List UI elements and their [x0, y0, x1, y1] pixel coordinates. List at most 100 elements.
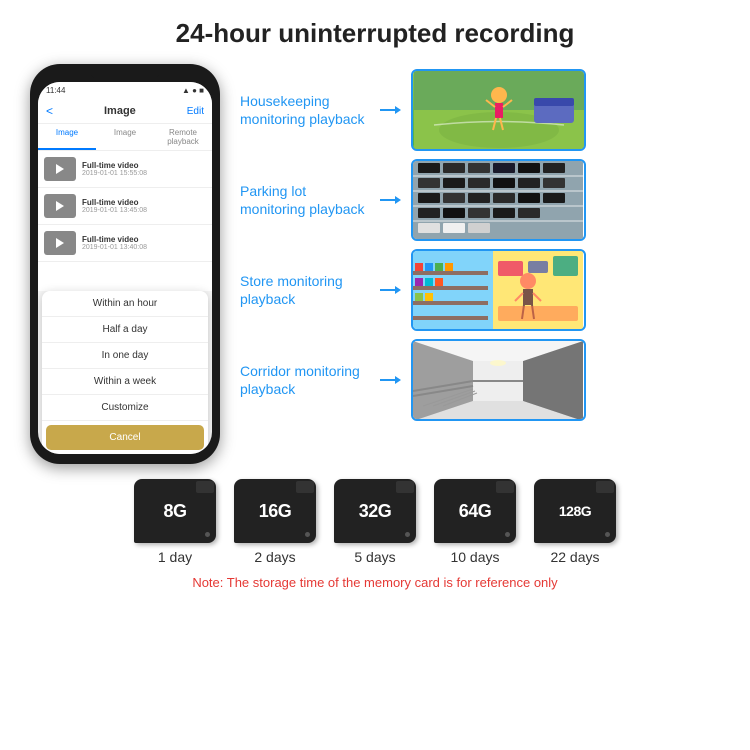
monitoring-label-2: Parking lot monitoring playback	[240, 182, 370, 218]
page-title: 24-hour uninterrupted recording	[10, 18, 740, 49]
page-header: 24-hour uninterrupted recording	[0, 0, 750, 59]
sd-size-32g: 32G	[359, 501, 392, 522]
storage-days-16g: 2 days	[254, 549, 295, 565]
sd-size-8g: 8G	[163, 501, 186, 522]
video-info-2: Full-time video 2019-01-01 13:45:08	[82, 198, 206, 214]
phone-time: 11:44	[46, 86, 65, 95]
phone-notch	[90, 64, 160, 80]
video-title-3: Full-time video	[82, 235, 206, 244]
dropdown-item-5[interactable]: Customize	[42, 395, 208, 421]
phone-video-list: Full-time video 2019-01-01 15:55:08 Full…	[38, 151, 212, 291]
video-item-2[interactable]: Full-time video 2019-01-01 13:45:08	[38, 188, 212, 225]
monitoring-label-1: Housekeeping monitoring playback	[240, 92, 370, 128]
housekeeping-svg	[414, 70, 584, 150]
monitoring-item-3: Store monitoring playback	[240, 249, 730, 331]
monitoring-image-4	[411, 339, 586, 421]
monitoring-label-3: Store monitoring playback	[240, 272, 370, 308]
video-item-1[interactable]: Full-time video 2019-01-01 15:55:08	[38, 151, 212, 188]
connector-arrow-2	[395, 196, 401, 204]
sd-dot-32g	[405, 532, 410, 537]
video-date-1: 2019-01-01 15:55:08	[82, 170, 206, 177]
storage-card-128g: 128G 22 days	[534, 479, 616, 565]
connector-line-2	[380, 199, 395, 201]
phone-container: 11:44 ▲ ● ■ < Image Edit Image Image Rem…	[20, 64, 230, 464]
play-icon-1	[56, 164, 64, 174]
video-info-1: Full-time video 2019-01-01 15:55:08	[82, 161, 206, 177]
dropdown-item-2[interactable]: Half a day	[42, 317, 208, 343]
tab-remote-playback[interactable]: Remote playback	[154, 124, 212, 150]
tab-image[interactable]: Image	[38, 124, 96, 150]
phone-nav-bar: < Image Edit	[38, 99, 212, 124]
main-content: 11:44 ▲ ● ■ < Image Edit Image Image Rem…	[0, 64, 750, 464]
sd-card-8g: 8G	[134, 479, 216, 543]
dropdown-item-3[interactable]: In one day	[42, 343, 208, 369]
housekeeping-photo	[413, 71, 584, 149]
monitoring-label-4: Corridor monitoring playback	[240, 362, 370, 398]
dropdown-cancel-button[interactable]: Cancel	[46, 425, 204, 450]
video-date-2: 2019-01-01 13:45:08	[82, 207, 206, 214]
connector-3	[380, 286, 401, 294]
video-item-3[interactable]: Full-time video 2019-01-01 13:40:08	[38, 225, 212, 262]
phone-dropdown: Within an hour Half a day In one day Wit…	[42, 291, 208, 454]
storage-days-8g: 1 day	[158, 549, 192, 565]
connector-line-1	[380, 109, 395, 111]
video-title-1: Full-time video	[82, 161, 206, 170]
storage-note: Note: The storage time of the memory car…	[192, 575, 557, 590]
phone-tabs: Image Image Remote playback	[38, 124, 212, 151]
monitoring-item-4: Corridor monitoring playback	[240, 339, 730, 421]
connector-4	[380, 376, 401, 384]
dropdown-item-4[interactable]: Within a week	[42, 369, 208, 395]
corridor-svg	[413, 341, 583, 421]
monitoring-image-3	[411, 249, 586, 331]
sd-dot-128g	[605, 532, 610, 537]
connector-line-4	[380, 379, 395, 381]
monitoring-item-1: Housekeeping monitoring playback	[240, 69, 730, 151]
connector-1	[380, 106, 401, 114]
storage-days-64g: 10 days	[450, 549, 499, 565]
edit-button[interactable]: Edit	[187, 106, 204, 117]
connector-arrow-4	[395, 376, 401, 384]
phone-mockup: 11:44 ▲ ● ■ < Image Edit Image Image Rem…	[30, 64, 220, 464]
storage-section: 8G 1 day 16G 2 days 32G 5 days 64G	[0, 469, 750, 595]
monitoring-image-2	[411, 159, 586, 241]
video-thumb-1	[44, 157, 76, 181]
connector-arrow-1	[395, 106, 401, 114]
sd-dot-8g	[205, 532, 210, 537]
storage-days-32g: 5 days	[354, 549, 395, 565]
video-date-3: 2019-01-01 13:40:08	[82, 244, 206, 251]
sd-dot-16g	[305, 532, 310, 537]
phone-status-bar: 11:44 ▲ ● ■	[38, 82, 212, 99]
storage-card-16g: 16G 2 days	[234, 479, 316, 565]
video-title-2: Full-time video	[82, 198, 206, 207]
back-button[interactable]: <	[46, 104, 53, 118]
storage-days-128g: 22 days	[550, 549, 599, 565]
sd-size-64g: 64G	[459, 501, 492, 522]
sd-dot-64g	[505, 532, 510, 537]
phone-icons: ▲ ● ■	[182, 86, 204, 95]
sd-card-16g: 16G	[234, 479, 316, 543]
phone-screen: 11:44 ▲ ● ■ < Image Edit Image Image Rem…	[38, 82, 212, 454]
sd-size-128g: 128G	[559, 503, 591, 519]
storage-card-8g: 8G 1 day	[134, 479, 216, 565]
sd-card-128g: 128G	[534, 479, 616, 543]
play-icon-2	[56, 201, 64, 211]
tab-image2[interactable]: Image	[96, 124, 154, 150]
video-thumb-3	[44, 231, 76, 255]
monitoring-area: Housekeeping monitoring playback	[240, 64, 730, 464]
monitoring-image-1	[411, 69, 586, 151]
connector-2	[380, 196, 401, 204]
sd-card-64g: 64G	[434, 479, 516, 543]
dropdown-item-1[interactable]: Within an hour	[42, 291, 208, 317]
storage-card-64g: 64G 10 days	[434, 479, 516, 565]
storage-cards: 8G 1 day 16G 2 days 32G 5 days 64G	[134, 479, 616, 565]
sd-size-16g: 16G	[259, 501, 292, 522]
sd-card-32g: 32G	[334, 479, 416, 543]
connector-line-3	[380, 289, 395, 291]
screen-title: Image	[104, 105, 136, 117]
video-info-3: Full-time video 2019-01-01 13:40:08	[82, 235, 206, 251]
parking-svg	[413, 161, 583, 241]
connector-arrow-3	[395, 286, 401, 294]
monitoring-item-2: Parking lot monitoring playback	[240, 159, 730, 241]
store-svg	[413, 251, 583, 331]
storage-card-32g: 32G 5 days	[334, 479, 416, 565]
